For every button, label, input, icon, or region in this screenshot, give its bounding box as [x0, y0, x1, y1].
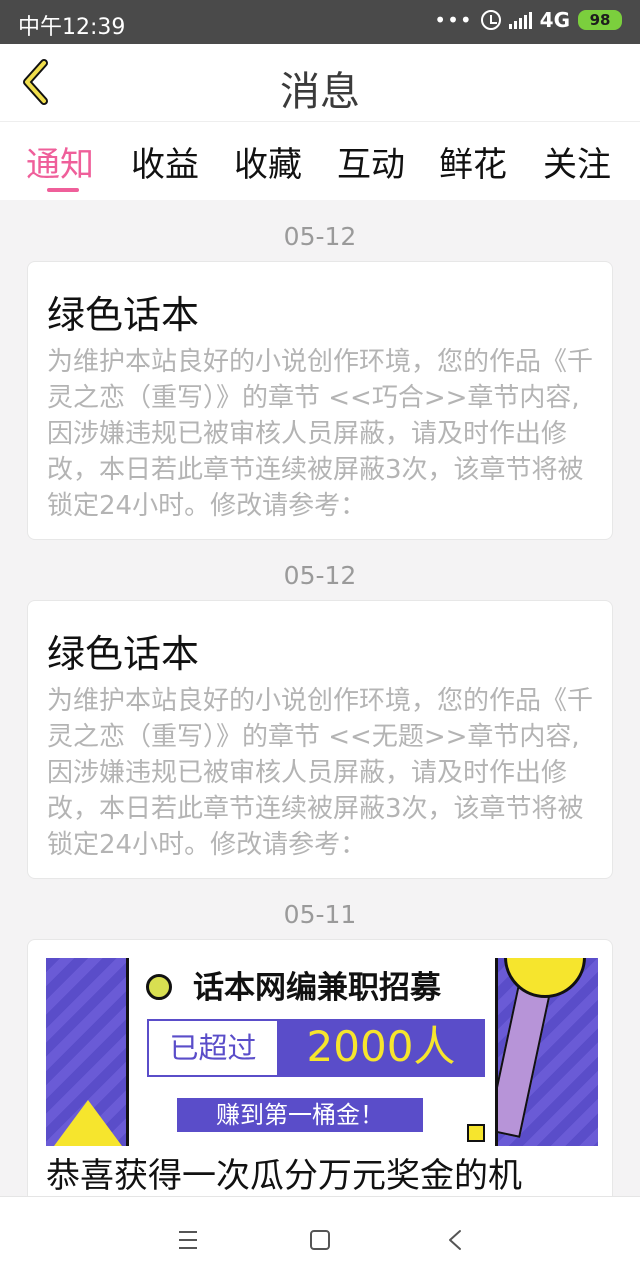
message-title: 绿色话本	[47, 293, 200, 337]
message-header: 消息	[0, 44, 640, 122]
status-indicators: ••• 4G 98	[434, 8, 622, 32]
site-logo-icon	[146, 974, 172, 1000]
message-date: 05-12	[283, 222, 357, 251]
message-title: 绿色话本	[47, 632, 200, 676]
banner-panel: 话本网编兼职招募 已超过 2000人 赚到第一桶金！	[126, 958, 498, 1146]
message-date: 05-11	[283, 900, 357, 929]
tab-notifications[interactable]: 通知	[26, 137, 94, 186]
alarm-icon	[480, 10, 501, 30]
more-dots-icon: •••	[434, 8, 473, 32]
banner-count: 2000人	[277, 1019, 485, 1077]
tab-following[interactable]: 关注	[543, 137, 611, 186]
banner-cta: 赚到第一桶金！	[177, 1098, 423, 1132]
status-bar: 中午12:39 ••• 4G 98	[0, 0, 640, 44]
battery-icon: 98	[578, 10, 622, 30]
banner-headline: 话本网编兼职招募	[193, 970, 441, 1006]
decorative-triangle	[54, 1100, 122, 1146]
message-body: 为维护本站良好的小说创作环境，您的作品《千灵之恋（重写）》的章节 <<无题>>章…	[47, 686, 594, 860]
tab-favorites[interactable]: 收藏	[234, 137, 302, 186]
promo-title: 恭喜获得一次瓜分万元奖金的机	[46, 1156, 522, 1196]
system-navigation-bar	[0, 1196, 640, 1280]
message-list[interactable]: 05-12 绿色话本 为维护本站良好的小说创作环境，您的作品《千灵之恋（重写）》…	[0, 200, 640, 1196]
page-title: 消息	[280, 69, 360, 115]
nav-back-icon[interactable]	[438, 1223, 472, 1257]
message-card[interactable]: 绿色话本 为维护本站良好的小说创作环境，您的作品《千灵之恋（重写）》的章节 <<…	[27, 261, 613, 540]
home-icon[interactable]	[303, 1223, 337, 1257]
signal-icon	[508, 11, 532, 29]
promo-message-card[interactable]: 话本网编兼职招募 已超过 2000人 赚到第一桶金！ 恭喜获得一次瓜分万元奖金的…	[27, 939, 613, 1196]
message-date: 05-12	[283, 561, 357, 590]
network-label: 4G	[539, 8, 570, 32]
message-body: 为维护本站良好的小说创作环境，您的作品《千灵之恋（重写）》的章节 <<巧合>>章…	[47, 347, 594, 521]
message-tabs: 通知 收益 收藏 互动 鲜花 关注	[0, 122, 640, 200]
banner-left-label: 已超过	[147, 1019, 279, 1077]
message-card[interactable]: 绿色话本 为维护本站良好的小说创作环境，您的作品《千灵之恋（重写）》的章节 <<…	[27, 600, 613, 879]
status-time: 中午12:39	[18, 15, 126, 40]
active-tab-indicator	[47, 188, 79, 192]
decorative-square	[467, 1124, 485, 1142]
tab-interaction[interactable]: 互动	[337, 137, 405, 186]
tab-earnings[interactable]: 收益	[131, 137, 199, 186]
tab-flowers[interactable]: 鲜花	[439, 137, 507, 186]
menu-icon[interactable]	[171, 1223, 205, 1257]
recruitment-banner[interactable]: 话本网编兼职招募 已超过 2000人 赚到第一桶金！	[46, 958, 598, 1146]
